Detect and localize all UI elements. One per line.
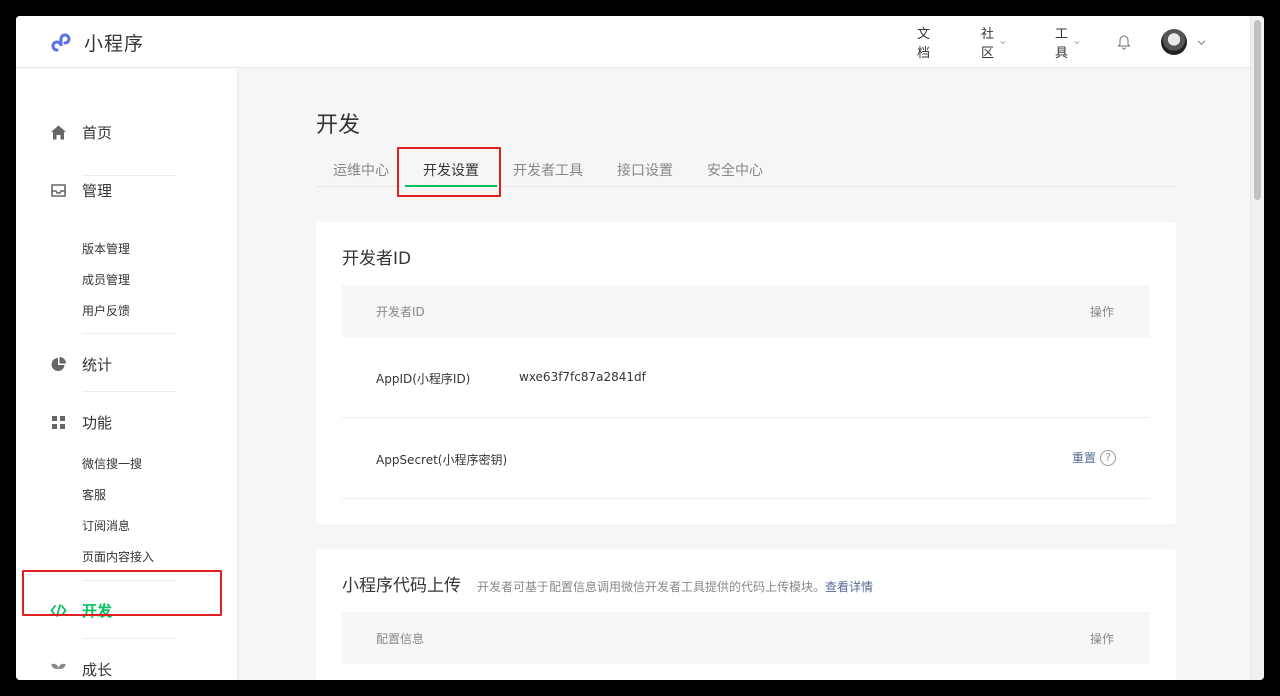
main-content: 开发 运维中心 开发设置 开发者工具 接口设置 安全中心 开发者ID 开发者ID… xyxy=(238,69,1250,680)
column-header-name: 开发者ID xyxy=(376,305,425,319)
divider xyxy=(82,580,176,581)
avatar xyxy=(1161,29,1187,55)
active-tab-underline xyxy=(405,185,497,187)
divider xyxy=(82,175,176,176)
sidebar-subitem-version-manage[interactable]: 版本管理 xyxy=(82,240,130,258)
sidebar-item-label: 功能 xyxy=(82,413,113,432)
sidebar-item-home[interactable]: 首页 xyxy=(50,120,112,144)
sidebar-item-stats[interactable]: 统计 xyxy=(50,352,112,376)
card-description: 开发者可基于配置信息调用微信开发者工具提供的代码上传模块。查看详情 xyxy=(477,578,873,595)
chevron-down-icon xyxy=(1074,40,1080,44)
nav-tools-label: 工具 xyxy=(1054,27,1068,61)
table-header: 配置信息 操作 xyxy=(342,612,1150,664)
nav-docs-link[interactable]: 文档 xyxy=(917,23,930,61)
appid-value: wxe63f7fc87a2841df xyxy=(519,370,646,384)
logo-text: 小程序 xyxy=(84,33,145,55)
column-header-action: 操作 xyxy=(1089,632,1114,646)
inbox-icon xyxy=(51,183,66,197)
sidebar-subitem-member-manage[interactable]: 成员管理 xyxy=(82,271,130,289)
chevron-down-icon xyxy=(1197,39,1206,45)
sidebar: 首页 管理 版本管理 成员管理 用户反馈 统计 功能 微信搜一搜 客服 订阅消息… xyxy=(16,69,238,680)
sidebar-item-label: 首页 xyxy=(82,123,113,142)
developer-id-card: 开发者ID 开发者ID 操作 AppID(小程序ID) wxe63f7fc87a… xyxy=(316,222,1176,524)
logo[interactable]: 小程序 xyxy=(50,29,144,56)
appsecret-label: AppSecret(小程序密钥) xyxy=(376,453,508,467)
card-description-text: 开发者可基于配置信息调用微信开发者工具提供的代码上传模块。 xyxy=(477,580,826,594)
app-window: 小程序 文档 社区 工具 首页 管理 版本管理 成员管理 用户反馈 统计 功能 … xyxy=(16,16,1264,680)
sidebar-subitem-user-feedback[interactable]: 用户反馈 xyxy=(82,302,130,320)
code-upload-card: 小程序代码上传 开发者可基于配置信息调用微信开发者工具提供的代码上传模块。查看详… xyxy=(316,549,1176,680)
sidebar-subitem-wechat-search[interactable]: 微信搜一搜 xyxy=(82,455,142,473)
sidebar-item-manage[interactable]: 管理 xyxy=(50,178,112,202)
reset-secret-link[interactable]: 重置 xyxy=(1072,449,1096,466)
code-icon xyxy=(50,603,67,617)
sidebar-subitem-customer-service[interactable]: 客服 xyxy=(82,486,106,504)
tab-dev-settings[interactable]: 开发设置 xyxy=(423,160,479,180)
pie-chart-icon xyxy=(51,356,66,371)
table-header: 开发者ID 操作 xyxy=(342,285,1150,337)
sidebar-item-develop[interactable]: 开发 xyxy=(50,598,112,622)
scrollbar-thumb[interactable] xyxy=(1254,20,1261,200)
divider xyxy=(82,638,176,639)
nav-community-menu[interactable]: 社区 xyxy=(981,23,1006,61)
account-menu[interactable] xyxy=(1161,29,1206,55)
table-row: AppSecret(小程序密钥) 重置 ? xyxy=(342,418,1150,499)
column-header-config: 配置信息 xyxy=(376,632,425,646)
sidebar-item-features[interactable]: 功能 xyxy=(50,410,112,434)
grid-icon xyxy=(52,415,65,429)
tab-bar: 运维中心 开发设置 开发者工具 接口设置 安全中心 xyxy=(316,153,1176,187)
table-row: AppID(小程序ID) wxe63f7fc87a2841df xyxy=(342,337,1150,418)
nav-community-label: 社区 xyxy=(980,27,994,61)
appid-label: AppID(小程序ID) xyxy=(376,372,471,386)
sidebar-subitem-subscribe-message[interactable]: 订阅消息 xyxy=(82,517,130,535)
bell-icon xyxy=(1117,35,1131,50)
sidebar-subitem-page-content[interactable]: 页面内容接入 xyxy=(82,548,154,566)
nav-tools-menu[interactable]: 工具 xyxy=(1055,23,1080,61)
top-header: 小程序 文档 社区 工具 xyxy=(16,16,1250,68)
card-title: 小程序代码上传 xyxy=(342,576,461,596)
home-icon xyxy=(51,125,66,139)
tab-api-settings[interactable]: 接口设置 xyxy=(617,160,673,180)
sidebar-item-label: 成长 xyxy=(82,660,113,679)
sidebar-item-growth[interactable]: 成长 xyxy=(50,657,112,680)
card-title: 开发者ID xyxy=(342,249,412,269)
page-scrollbar[interactable] xyxy=(1250,16,1264,680)
notification-button[interactable] xyxy=(1116,34,1132,50)
sidebar-item-label: 管理 xyxy=(82,181,113,200)
miniprogram-logo-icon xyxy=(51,33,71,51)
tab-security-center[interactable]: 安全中心 xyxy=(707,160,763,180)
sidebar-item-label: 开发 xyxy=(82,601,113,620)
sidebar-item-label: 统计 xyxy=(82,355,113,374)
appsecret-actions: 重置 ? xyxy=(1072,449,1116,466)
sprout-icon xyxy=(51,663,66,676)
card-title-row: 小程序代码上传 开发者可基于配置信息调用微信开发者工具提供的代码上传模块。查看详… xyxy=(342,571,873,596)
column-header-action: 操作 xyxy=(1089,305,1114,319)
divider xyxy=(82,391,176,392)
chevron-down-icon xyxy=(1000,40,1006,44)
tab-ops-center[interactable]: 运维中心 xyxy=(333,160,389,180)
view-details-link[interactable]: 查看详情 xyxy=(825,580,873,594)
help-circle-icon[interactable]: ? xyxy=(1100,449,1116,466)
divider xyxy=(82,333,176,334)
tab-dev-tools[interactable]: 开发者工具 xyxy=(513,160,583,180)
page-title: 开发 xyxy=(316,113,361,138)
